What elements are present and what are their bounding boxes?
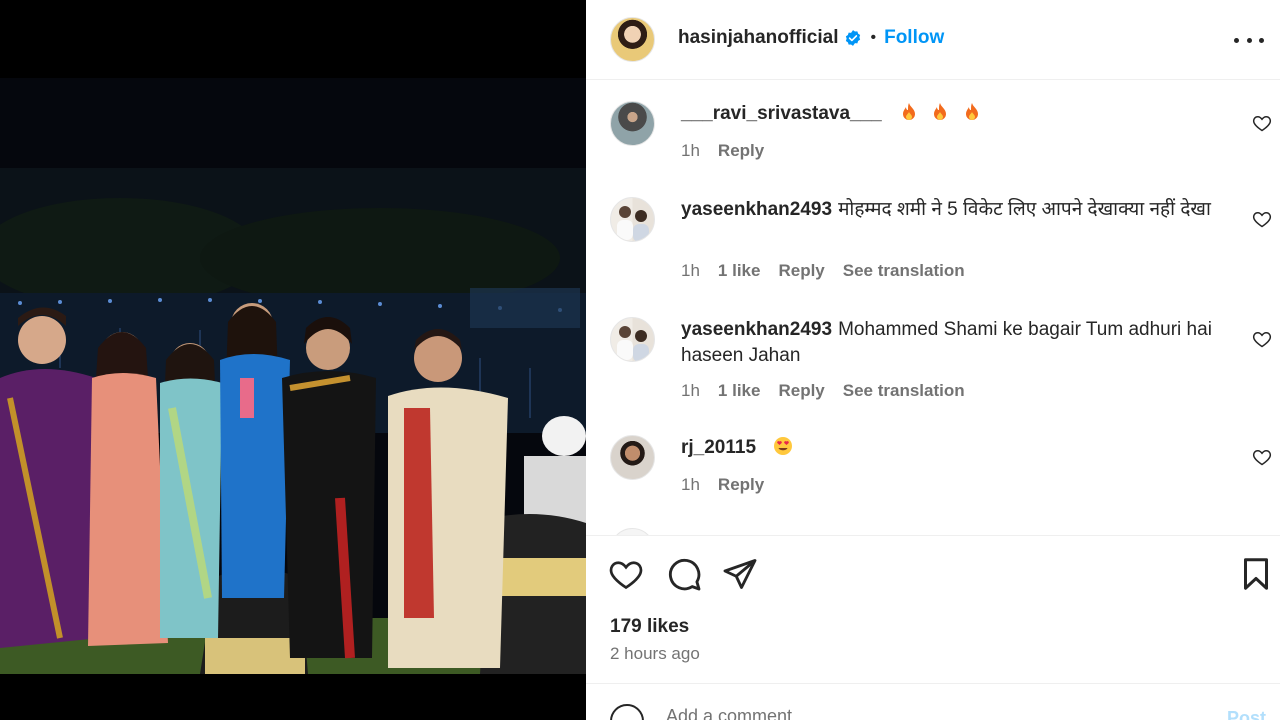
heart-eyes-emoji-icon — [774, 437, 793, 455]
comment-time: 1h — [681, 261, 700, 280]
emoji-icon[interactable] — [610, 704, 644, 720]
reply-button[interactable]: Reply — [778, 381, 824, 401]
fire-emoji-icon — [965, 103, 978, 120]
comment-heart-icon[interactable] — [1252, 209, 1272, 229]
comment-icon[interactable] — [666, 556, 702, 592]
separator-dot: • — [870, 29, 877, 46]
commenter-username[interactable]: rj_20115 — [681, 437, 756, 458]
share-icon[interactable] — [722, 556, 758, 592]
comment-likes-count[interactable]: 1 like — [718, 261, 761, 281]
comment-meta: 1h Reply — [681, 475, 782, 495]
post-detail-panel: hasinjahanofficial • Follow ___ravi_sriv… — [586, 0, 1280, 720]
reply-button[interactable]: Reply — [718, 475, 764, 495]
fire-emoji-icon — [934, 103, 947, 120]
comment-meta: 1h 1 like Reply See translation — [681, 381, 983, 401]
bookmark-icon[interactable] — [1238, 556, 1274, 592]
commenter-avatar[interactable] — [610, 435, 655, 480]
reply-button[interactable]: Reply — [718, 141, 764, 161]
comment-heart-icon[interactable] — [1252, 113, 1272, 133]
reply-button[interactable]: Reply — [778, 261, 824, 281]
comment-time: 1h — [681, 381, 700, 400]
comment-meta: 1h 1 like Reply See translation — [681, 261, 983, 281]
commenter-avatar[interactable] — [610, 197, 655, 242]
comment-heart-icon[interactable] — [1252, 447, 1272, 467]
fire-emoji-icon — [903, 103, 916, 120]
comment-input[interactable] — [666, 706, 1186, 720]
author-username[interactable]: hasinjahanofficial — [678, 26, 838, 50]
comment-text: yaseenkhan2493 Mohammed Shami ke bagair T… — [681, 317, 1241, 369]
verified-badge-icon — [846, 30, 861, 46]
likes-count[interactable]: 179 likes — [610, 616, 689, 638]
post-photo[interactable] — [0, 78, 586, 674]
post-timestamp[interactable]: 2 hours ago — [610, 644, 700, 664]
comments-list[interactable]: ___ravi_srivastava___ 1h Reply yaseenkha… — [586, 81, 1280, 535]
heart-icon[interactable] — [608, 556, 644, 592]
commenter-avatar[interactable] — [610, 101, 655, 146]
comment-likes-count[interactable]: 1 like — [718, 381, 761, 401]
author-avatar[interactable] — [610, 17, 655, 62]
see-translation-link[interactable]: See translation — [843, 261, 965, 281]
group-photo-illustration — [0, 78, 586, 674]
comment-heart-icon[interactable] — [1252, 329, 1272, 349]
comment-text: rj_20115 — [681, 435, 1241, 461]
add-comment-bar: Post — [586, 683, 1280, 720]
follow-button[interactable]: Follow — [884, 26, 944, 50]
comment-meta: 1h Reply — [681, 141, 782, 161]
commenter-username[interactable]: yaseenkhan2493 — [681, 199, 832, 220]
post-header: hasinjahanofficial • Follow — [586, 0, 1280, 80]
comment-content: मोहम्मद शमी ने 5 विकेट लिए आपने देखाक्या… — [838, 199, 1211, 220]
comment-text: ___ravi_srivastava___ — [681, 101, 1241, 127]
comment-time: 1h — [681, 141, 700, 160]
post-image-panel — [0, 0, 586, 720]
commenter-username[interactable]: yaseenkhan2493 — [681, 319, 832, 340]
author-info: hasinjahanofficial • Follow — [678, 26, 944, 50]
commenter-avatar[interactable] — [610, 317, 655, 362]
commenter-avatar[interactable] — [610, 528, 655, 535]
comment-text: yaseenkhan2493 मोहम्मद शमी ने 5 विकेट लिए… — [681, 197, 1241, 223]
commenter-username[interactable]: ___ravi_srivastava___ — [681, 103, 882, 124]
more-options-icon[interactable] — [1234, 28, 1264, 52]
see-translation-link[interactable]: See translation — [843, 381, 965, 401]
post-comment-button[interactable]: Post — [1227, 708, 1266, 720]
post-actions: 179 likes 2 hours ago — [586, 535, 1280, 683]
comment-time: 1h — [681, 475, 700, 494]
